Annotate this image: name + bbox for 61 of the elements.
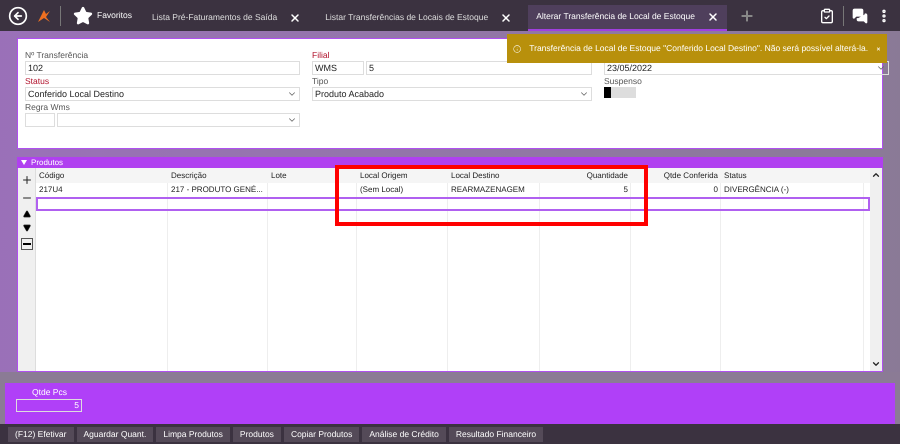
column-header[interactable]: Quantidade	[540, 168, 631, 183]
column-header[interactable]: Status	[721, 168, 864, 183]
action-button[interactable]: Produtos	[232, 426, 281, 442]
table-cell-text: 217 - PRODUTO GENÉ...	[170, 184, 264, 196]
star-icon	[73, 6, 93, 26]
action-button[interactable]: (F12) Efetivar	[8, 426, 74, 442]
field-label: Tipo	[312, 75, 328, 87]
select-field[interactable]: Conferido Local Destino	[25, 87, 300, 101]
column-header[interactable]: Qtde Conferida	[631, 168, 721, 183]
input-field[interactable]: 102	[25, 61, 300, 75]
scroll-down-icon[interactable]	[871, 359, 881, 369]
action-button[interactable]: Resultado Financeiro	[448, 426, 544, 442]
field-label: Status	[25, 75, 50, 87]
column-header[interactable]: Local Origem	[357, 168, 448, 183]
collapse-arrow-icon[interactable]	[21, 160, 27, 165]
input-field[interactable]: 5	[16, 398, 82, 412]
table-cell-text: 5	[622, 184, 629, 196]
tab[interactable]: Listar Transferências de Locais de Estoque	[317, 4, 520, 30]
chat-icon[interactable]	[852, 8, 868, 24]
scroll-up-icon[interactable]	[871, 170, 881, 180]
logo-icon	[36, 8, 52, 24]
column-header[interactable]: Local Destino	[448, 168, 540, 183]
toast-message: Transferência de Local de Estoque "Conferido Local Destino". Não será possível alterá-la.	[529, 42, 868, 55]
tab[interactable]: Alterar Transferência de Local de Estoque	[528, 4, 727, 30]
field-label: Nº Transferência	[25, 49, 88, 61]
table-row[interactable]: 217U4 217 - PRODUTO GENÉ... (Sem Local) REARMAZENAGEM 5 0 DIVERGÊNCIA (-)	[36, 183, 870, 197]
tab[interactable]: Lista Pré-Faturamentos de Saída	[144, 4, 310, 30]
column-header[interactable]: Lote	[268, 168, 357, 183]
input-field[interactable]	[25, 113, 55, 127]
field-label: Suspenso	[604, 75, 642, 87]
close-icon[interactable]	[289, 12, 302, 24]
select-field[interactable]	[57, 113, 300, 127]
action-button[interactable]: Aguardar Quant.	[76, 426, 154, 442]
select-field[interactable]: Produto Acabado	[312, 87, 592, 101]
clipboard-icon[interactable]	[819, 8, 835, 24]
field-label: Regra Wms	[25, 101, 70, 113]
field-label: Filial	[312, 49, 330, 61]
table-cell-text: (Sem Local)	[359, 184, 404, 196]
close-icon[interactable]	[500, 12, 512, 24]
column-header[interactable]: Código	[36, 168, 168, 183]
move-up-icon[interactable]	[22, 210, 30, 218]
table-cell-text: 217U4	[38, 184, 64, 196]
toggle-switch[interactable]	[604, 87, 636, 98]
back-icon[interactable]	[8, 6, 28, 26]
action-button[interactable]: Limpa Produtos	[156, 426, 230, 442]
move-down-icon[interactable]	[22, 224, 30, 232]
favorites-menu[interactable]: Favoritos	[69, 2, 136, 28]
add-tab-icon[interactable]	[738, 8, 755, 24]
column-header[interactable]: Descrição	[168, 168, 268, 183]
action-button[interactable]: Copiar Produtos	[284, 426, 360, 442]
section-header[interactable]: Produtos	[17, 157, 883, 168]
table-cell-text: REARMAZENAGEM	[450, 184, 526, 196]
table-row[interactable]	[36, 197, 870, 211]
field-label: Qtde Pcs	[31, 386, 68, 399]
input-field[interactable]: WMS	[312, 61, 364, 75]
action-button[interactable]: Análise de Crédito	[362, 426, 446, 442]
table-cell-text: DIVERGÊNCIA (-)	[723, 184, 790, 196]
table-cell-text: 0	[712, 184, 719, 196]
expand-row-icon[interactable]	[20, 238, 32, 250]
add-row-icon[interactable]	[20, 174, 32, 186]
close-icon[interactable]	[706, 10, 719, 22]
